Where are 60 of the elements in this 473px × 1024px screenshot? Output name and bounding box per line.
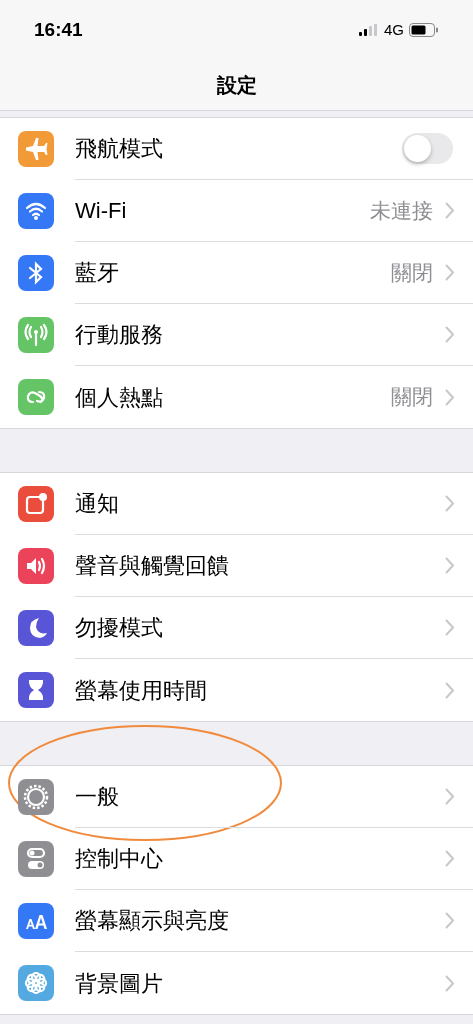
settings-row[interactable]: 飛航模式 <box>0 118 473 180</box>
moon-icon <box>18 610 54 646</box>
settings-row[interactable]: Wi-Fi 未連接 <box>0 180 473 242</box>
bluetooth-icon <box>18 255 54 291</box>
row-value: 未連接 <box>370 197 433 224</box>
antenna-icon <box>18 317 54 353</box>
signal-icon <box>359 24 379 36</box>
toggles-icon <box>18 841 54 877</box>
row-label: Wi-Fi <box>75 197 128 225</box>
chevron-icon <box>445 788 455 805</box>
settings-row[interactable]: 背景圖片 <box>0 952 473 1014</box>
row-label: 背景圖片 <box>75 969 164 998</box>
chevron-icon <box>445 326 455 343</box>
settings-row[interactable]: 螢幕顯示與亮度 <box>0 890 473 952</box>
row-label: 勿擾模式 <box>75 614 164 642</box>
row-label: 通知 <box>75 490 120 518</box>
row-value: 關閉 <box>391 259 433 286</box>
chevron-icon <box>445 850 455 867</box>
notification-icon <box>18 486 54 522</box>
status-time: 16:41 <box>34 17 83 42</box>
screen-title: 設定 <box>216 73 257 98</box>
settings-row[interactable]: 行動服務 <box>0 304 473 366</box>
chevron-icon <box>445 974 455 992</box>
row-label: 控制中心 <box>75 845 164 873</box>
gear-icon <box>18 779 54 815</box>
row-label: 個人熱點 <box>75 383 164 412</box>
row-label: 飛航模式 <box>75 135 164 163</box>
row-label: 行動服務 <box>75 321 164 349</box>
chevron-icon <box>445 619 455 636</box>
network-type: 4G <box>384 19 404 40</box>
row-label: 螢幕使用時間 <box>75 676 208 705</box>
hourglass-icon <box>18 672 54 708</box>
text-size-icon <box>18 903 54 939</box>
chevron-icon <box>445 681 455 699</box>
battery-icon <box>409 23 439 37</box>
chain-link-icon <box>18 379 54 415</box>
chevron-icon <box>445 557 455 574</box>
settings-row[interactable]: 控制中心 <box>0 828 473 890</box>
row-value: 關閉 <box>391 384 433 411</box>
settings-row[interactable]: 勿擾模式 <box>0 597 473 659</box>
chevron-icon <box>445 264 455 281</box>
chevron-icon <box>445 388 455 406</box>
settings-row[interactable]: 一般 <box>0 766 473 828</box>
row-label: 聲音與觸覺回饋 <box>75 552 230 580</box>
row-label: 藍牙 <box>75 259 120 287</box>
toggle-switch[interactable] <box>402 133 453 164</box>
settings-row[interactable]: 通知 <box>0 473 473 535</box>
settings-row[interactable]: 個人熱點 關閉 <box>0 366 473 428</box>
chevron-icon <box>445 202 455 219</box>
plane-icon <box>18 131 54 167</box>
chevron-icon <box>445 912 455 929</box>
settings-row[interactable]: 聲音與觸覺回饋 <box>0 535 473 597</box>
speaker-icon <box>18 548 54 584</box>
settings-row[interactable]: 藍牙 關閉 <box>0 242 473 304</box>
settings-row[interactable]: 螢幕使用時間 <box>0 659 473 721</box>
row-label: 螢幕顯示與亮度 <box>75 907 230 935</box>
chevron-icon <box>445 495 455 512</box>
wifi-icon <box>18 193 54 229</box>
flower-icon <box>18 965 54 1001</box>
row-label: 一般 <box>75 783 120 811</box>
